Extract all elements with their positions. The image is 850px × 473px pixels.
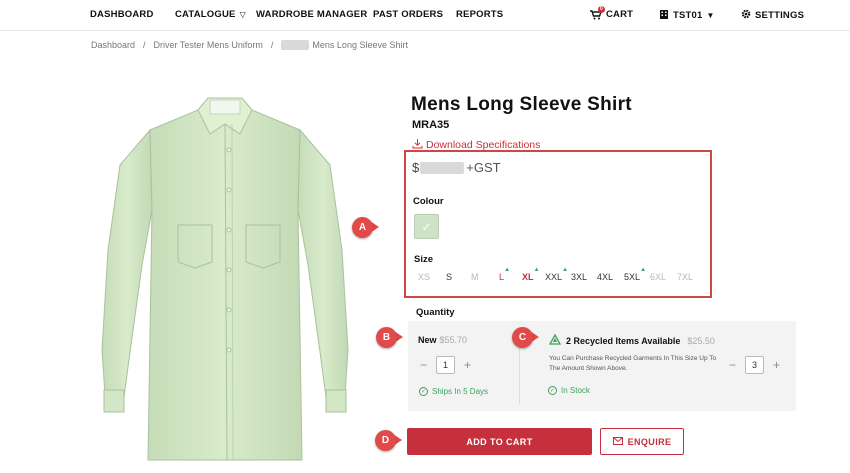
breadcrumb-current-label: Mens Long Sleeve Shirt [312,40,408,50]
chevron-down-icon: ▽ [239,10,246,19]
size-option-7xl[interactable]: 7XL [677,272,693,282]
product-image [90,90,380,470]
new-item-price: $55.70 [439,335,468,345]
nav-settings-label: SETTINGS [755,10,805,21]
breadcrumb-separator: / [270,40,274,50]
size-option-4xl[interactable]: 4XL [597,272,613,282]
size-option-xxl[interactable]: XXL ▲ [545,267,568,282]
mail-icon [612,436,623,447]
nav-cart[interactable]: 0 CART [590,5,634,20]
redacted-price [420,161,465,174]
redacted-text [281,40,310,50]
nav-account-label: TST01 [673,10,703,21]
decrement-button[interactable]: − [420,358,427,372]
size-option-3xl[interactable]: 3XL [571,272,587,282]
recycled-indicator-icon: ▲ [640,267,647,273]
size-option-5xl-label: 5XL [624,272,641,282]
nav-settings[interactable]: SETTINGS [741,9,804,22]
recycled-indicator-icon: ▲ [562,267,569,273]
product-price: $ +GST [412,160,501,175]
recycle-icon [548,333,562,347]
add-to-cart-button[interactable]: ADD TO CART [407,428,592,455]
size-option-xs[interactable]: XS [418,272,430,282]
price-gst-label: +GST [466,160,501,175]
new-quantity-input[interactable]: 1 [436,356,456,374]
product-title: Mens Long Sleeve Shirt [411,94,632,115]
recycled-items-price: $25.50 [687,335,715,346]
breadcrumb-item-current: Mens Long Sleeve Shirt [281,40,408,50]
recycled-quantity-input[interactable]: 3 [745,356,765,374]
size-option-m[interactable]: M [471,272,479,282]
check-icon: ✓ [421,219,432,234]
cart-count-badge: 0 [598,5,605,13]
nav-dashboard-label: DASHBOARD [90,9,154,20]
colour-swatch-selected[interactable]: ✓ [414,214,439,239]
new-quantity-stepper: − 1 + [420,356,471,374]
colour-label: Colour [413,196,444,207]
quantity-label: Quantity [416,307,455,318]
nav-catalogue[interactable]: CATALOGUE ▽ [175,9,246,20]
size-option-l[interactable]: L ▲ [499,267,510,282]
check-circle-icon: ✓ [419,387,428,396]
size-option-xl-label: XL [522,272,534,282]
caret-down-icon: ▼ [706,11,715,20]
size-label: Size [414,254,434,265]
enquire-label: ENQUIRE [627,436,672,447]
breadcrumb: Dashboard / Driver Tester Mens Uniform /… [91,40,408,50]
nav-past-orders-label: PAST ORDERS [373,9,444,20]
decrement-button[interactable]: − [729,358,736,372]
gear-icon [741,9,751,22]
size-option-xl[interactable]: XL ▲ [522,267,540,282]
recycled-stock-status-label: In Stock [561,386,590,395]
callout-c: C [512,327,533,348]
nav-dashboard[interactable]: DASHBOARD [90,9,154,20]
new-item-heading: New $55.70 [418,335,467,345]
recycled-stock-status: ✓ In Stock [548,386,590,395]
size-option-xxl-label: XXL [545,272,563,282]
callout-a: A [352,217,373,238]
nav-wardrobe-manager[interactable]: WARDROBE MANAGER [256,9,367,20]
recycled-items-label: 2 Recycled Items Available [566,335,681,346]
product-sku: MRA35 [412,119,450,131]
cart-icon: 0 [590,5,605,20]
size-option-l-label: L [499,272,505,282]
increment-button[interactable]: + [464,358,471,372]
recycled-description: You Can Purchase Recycled Garments In Th… [549,355,717,372]
recycled-indicator-icon: ▲ [504,267,511,273]
nav-reports[interactable]: REPORTS [456,9,503,20]
recycled-quantity-stepper: − 3 + [729,356,780,374]
callout-b: B [376,327,397,348]
size-option-s[interactable]: S [446,272,452,282]
nav-wardrobe-manager-label: WARDROBE MANAGER [256,9,368,20]
breadcrumb-item-dashboard[interactable]: Dashboard [91,40,135,50]
price-currency: $ [412,160,420,175]
nav-catalogue-label: CATALOGUE [175,9,236,20]
nav-past-orders[interactable]: PAST ORDERS [373,9,443,20]
breadcrumb-item-uniform[interactable]: Driver Tester Mens Uniform [154,40,263,50]
nav-reports-label: REPORTS [456,9,504,20]
size-option-6xl[interactable]: 6XL [650,272,666,282]
new-item-label: New [418,335,437,345]
recycled-indicator-icon: ▲ [533,267,540,273]
top-navigation: DASHBOARD CATALOGUE ▽ WARDROBE MANAGER PA… [0,0,850,31]
nav-cart-label: CART [606,9,634,20]
check-circle-icon: ✓ [548,386,557,395]
enquire-button[interactable]: ENQUIRE [600,428,684,455]
increment-button[interactable]: + [773,358,780,372]
callout-d: D [375,430,396,451]
size-option-5xl[interactable]: 5XL ▲ [624,267,646,282]
breadcrumb-separator: / [143,40,146,50]
new-shipping-status: ✓ Ships In 5 Days [419,387,488,396]
recycled-items-heading: 2 Recycled Items Available $25.50 [548,333,715,347]
building-icon [659,9,669,22]
nav-account[interactable]: TST01 ▼ [659,9,715,22]
new-shipping-status-label: Ships In 5 Days [432,387,489,396]
